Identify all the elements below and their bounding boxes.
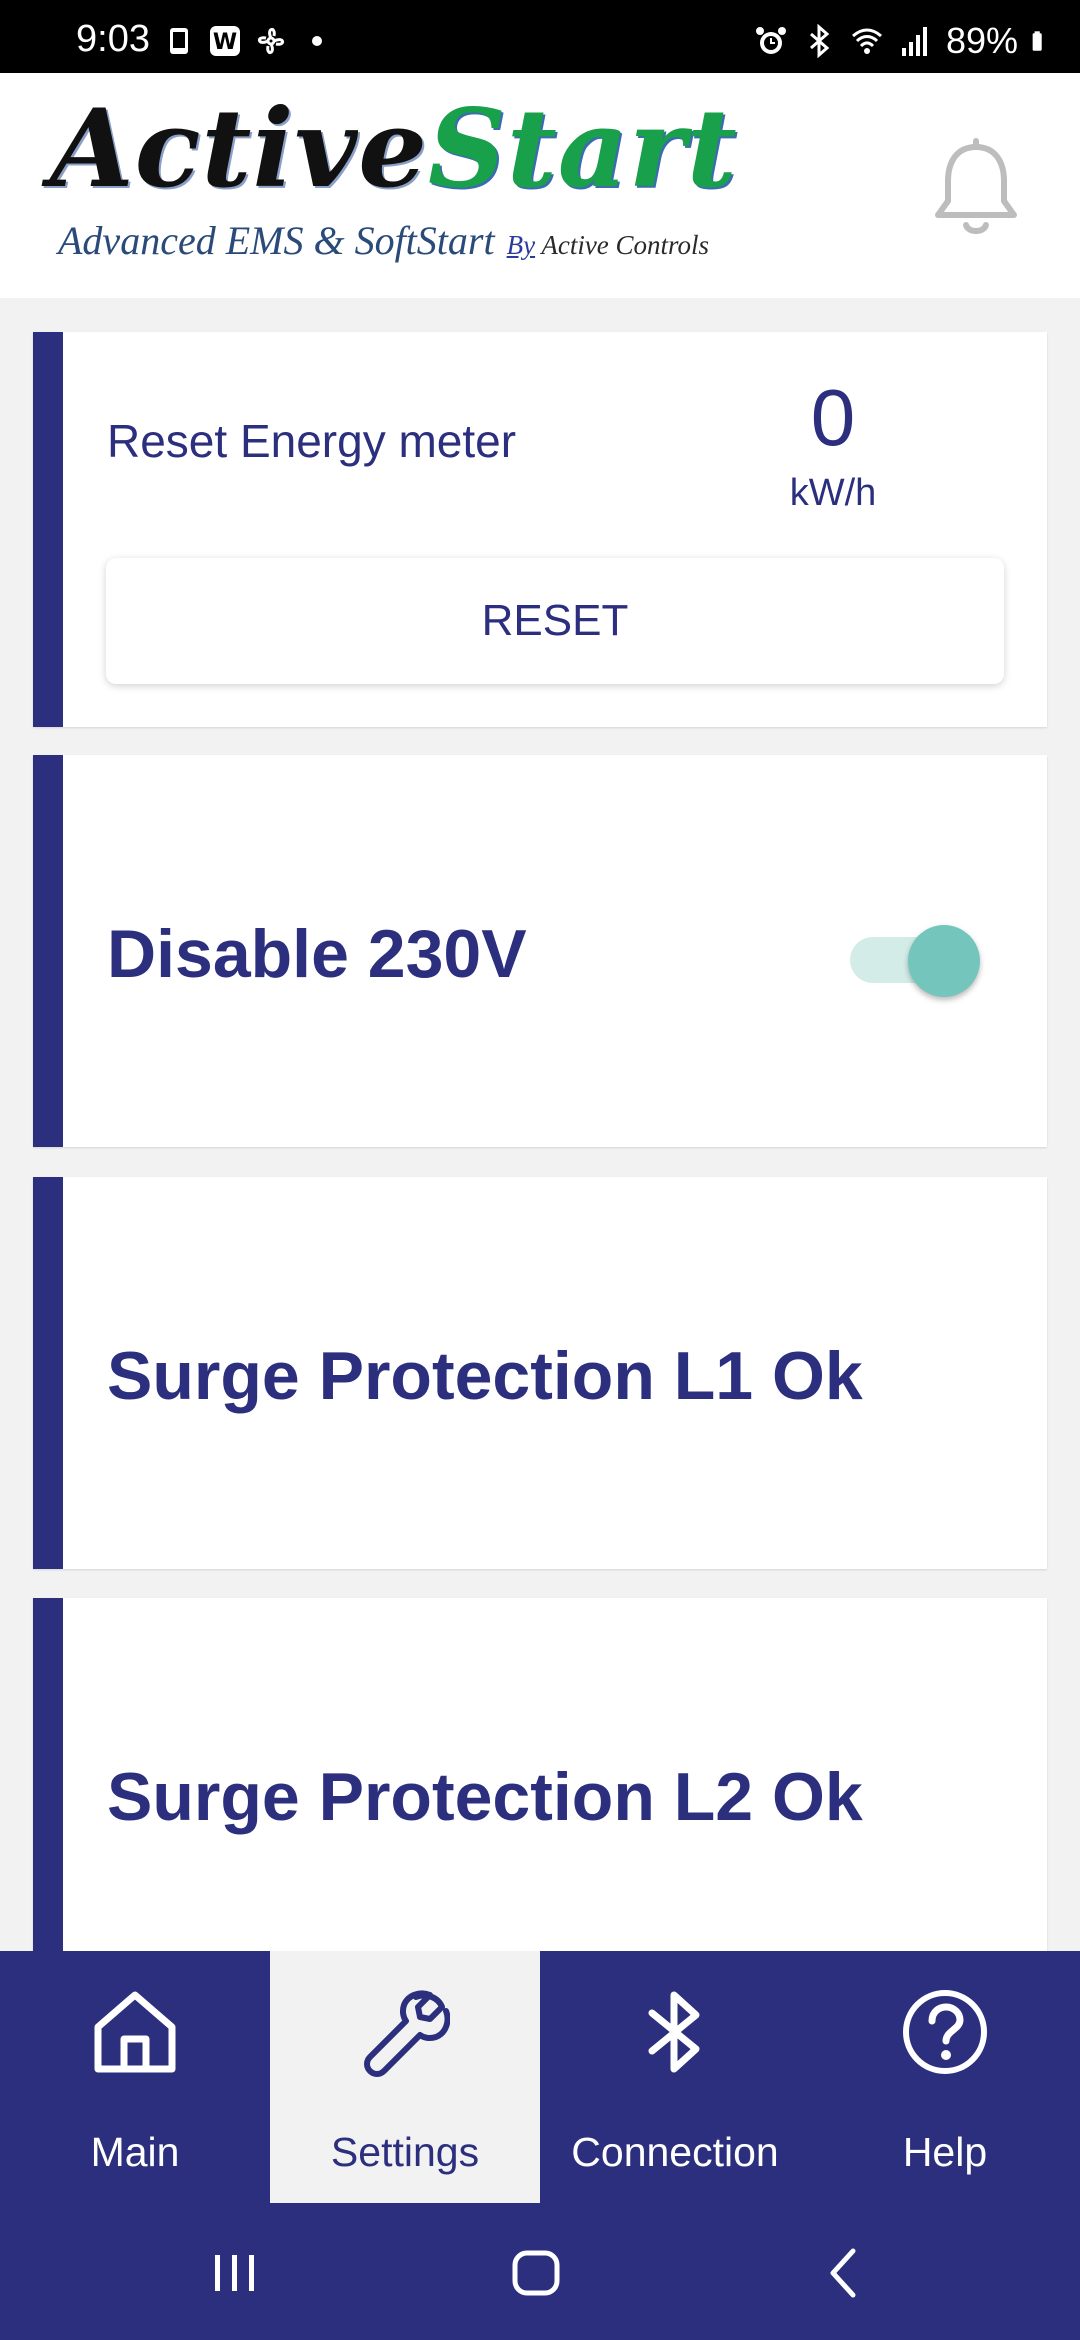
- logo-tagline: Advanced EMS & SoftStart: [58, 218, 495, 263]
- svg-text:W: W: [213, 30, 237, 55]
- status-bar: 9:03 W 89%: [0, 0, 1080, 73]
- back-icon[interactable]: [815, 2243, 875, 2303]
- status-right-icons: 89%: [754, 20, 1054, 62]
- dot-icon: [312, 36, 322, 46]
- logo-by: By: [506, 230, 536, 260]
- bluetooth-icon: [809, 24, 830, 58]
- battery-icon: [1032, 31, 1042, 51]
- nav-label-main: Main: [90, 2129, 180, 2175]
- signal-icon: [901, 27, 927, 56]
- logo-start-text: Start: [427, 86, 738, 212]
- status-time: 9:03: [76, 18, 150, 60]
- nav-item-connection[interactable]: Connection: [540, 1951, 810, 2203]
- surge-l1-card: Surge Protection L1 Ok: [33, 1177, 1047, 1569]
- reset-energy-card: Reset Energy meter 0 kW/h RESET: [33, 332, 1047, 727]
- notification-icon: [170, 28, 188, 54]
- battery-percent: 89%: [945, 20, 1018, 61]
- nav-item-help[interactable]: Help: [810, 1951, 1080, 2203]
- help-icon: [903, 1990, 987, 2074]
- logo-title: ActiveStart: [50, 95, 738, 203]
- home-icon: [94, 1991, 176, 2073]
- nav-label-help: Help: [902, 2129, 988, 2175]
- surge-l1-label: Surge Protection L1 Ok: [107, 1338, 863, 1414]
- nav-item-settings[interactable]: Settings: [270, 1951, 540, 2203]
- disable-230v-card: Disable 230V: [33, 755, 1047, 1147]
- wifi-icon: [851, 28, 882, 54]
- status-left-icons: W: [162, 24, 334, 58]
- disable-230v-label: Disable 230V: [107, 916, 527, 992]
- app-header: ActiveStart Advanced EMS & SoftStart By A…: [0, 73, 1080, 298]
- logo-subtitle: Advanced EMS & SoftStart By Active Contro…: [58, 217, 709, 264]
- energy-meter-value: 0: [810, 373, 856, 462]
- logo-company: Active Controls: [541, 230, 710, 260]
- reset-energy-label: Reset Energy meter: [107, 415, 517, 467]
- surge-l2-label: Surge Protection L2 Ok: [107, 1759, 863, 1835]
- energy-meter-unit: kW/h: [789, 472, 877, 514]
- bottom-nav: Main Settings Connection Help: [0, 1951, 1080, 2203]
- system-nav-bar: [0, 2203, 1080, 2340]
- alarm-icon: [755, 27, 786, 54]
- surge-l2-card: Surge Protection L2 Ok: [33, 1598, 1047, 1990]
- logo-active-text: Active: [50, 86, 428, 212]
- recents-icon[interactable]: [205, 2243, 265, 2303]
- reset-button[interactable]: RESET: [106, 558, 1004, 684]
- app-logo: ActiveStart Advanced EMS & SoftStart By A…: [50, 95, 750, 285]
- bell-icon[interactable]: [928, 137, 1024, 241]
- bluetooth-nav-icon: [648, 1991, 700, 2073]
- wrench-icon: [364, 1990, 450, 2077]
- disable-230v-toggle[interactable]: [830, 915, 980, 997]
- home-button-icon[interactable]: [506, 2243, 566, 2303]
- nav-label-connection: Connection: [571, 2129, 779, 2175]
- w-app-icon: W: [210, 26, 240, 56]
- toggle-thumb: [908, 925, 980, 997]
- fan-icon: [258, 28, 284, 54]
- nav-item-main[interactable]: Main: [0, 1951, 270, 2203]
- nav-label-settings: Settings: [330, 2129, 480, 2175]
